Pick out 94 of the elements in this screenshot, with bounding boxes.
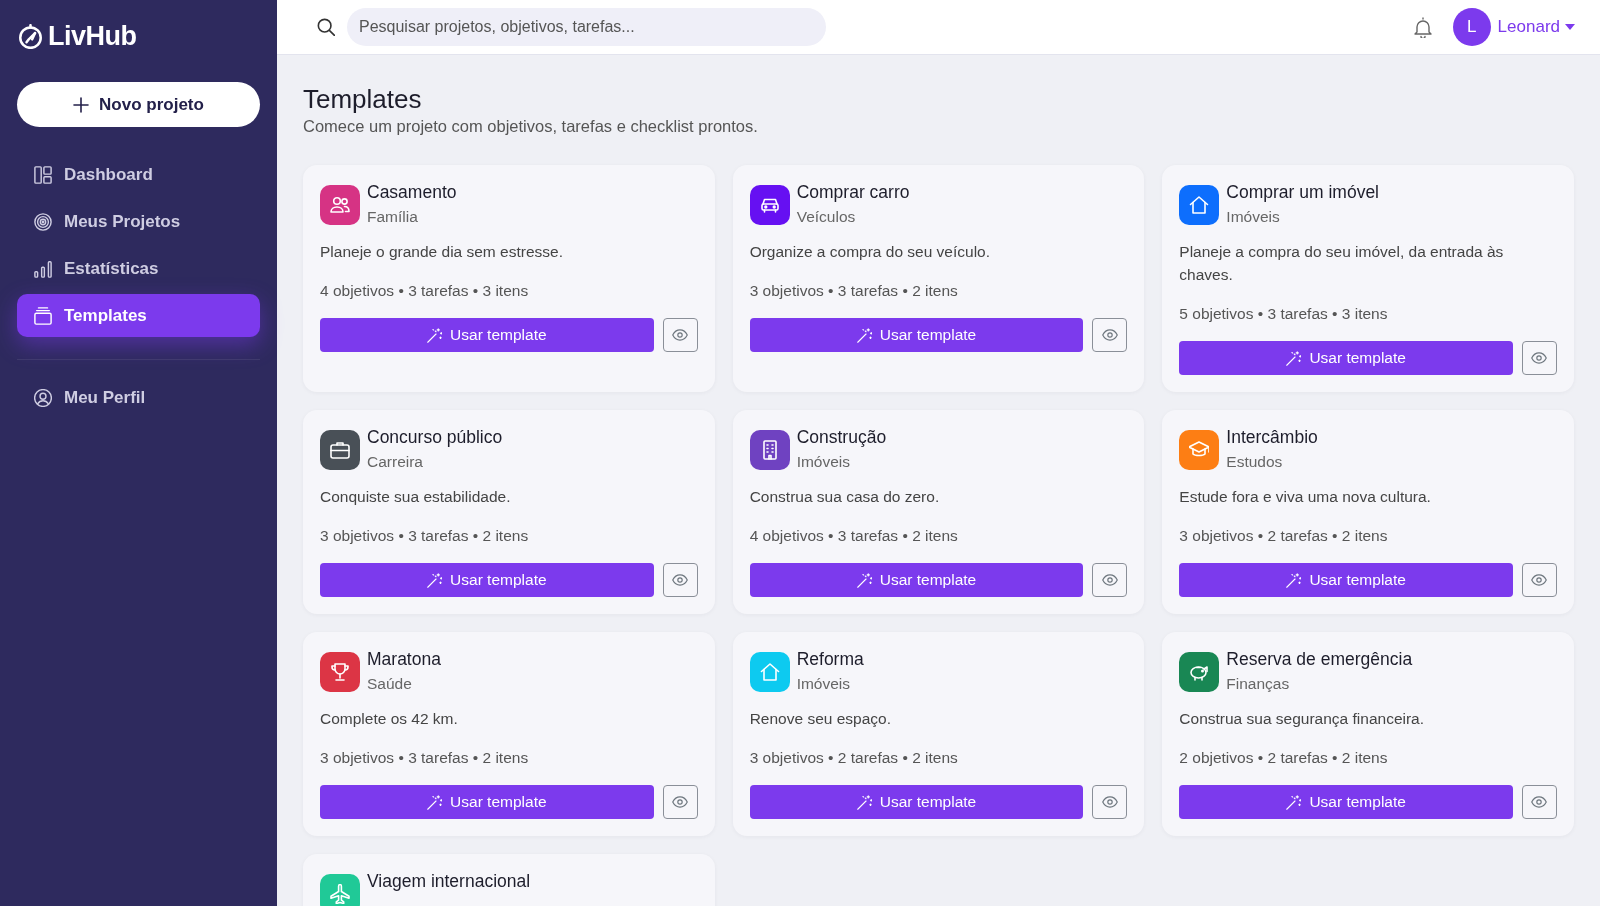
page-title: Templates xyxy=(303,83,423,115)
use-template-button[interactable]: Usar template xyxy=(320,785,654,819)
use-template-button[interactable]: Usar template xyxy=(1179,341,1513,375)
user-menu-button[interactable]: Leonard xyxy=(1497,14,1575,40)
preview-button[interactable] xyxy=(1522,563,1557,597)
sidebar-link[interactable]: Meus Projetos xyxy=(17,200,260,243)
preview-button[interactable] xyxy=(1092,563,1128,597)
use-template-button[interactable]: Usar template xyxy=(749,563,1084,597)
page-subtitle: Comece um projeto com objetivos, tarefas e checklist prontos. xyxy=(303,116,759,137)
card-description: Construa sua segurança financeira. xyxy=(1179,709,1426,729)
card-stats: 3 objetivos • 2 tarefas • 2 itens xyxy=(1179,526,1389,546)
magic-wand-icon xyxy=(856,572,872,588)
card-description: Construa sua casa do zero. xyxy=(749,487,941,507)
card-title: Viagem internacional xyxy=(367,871,531,891)
magic-wand-icon xyxy=(427,572,443,588)
sidebar-link[interactable]: Meu Perfil xyxy=(17,376,260,419)
use-template-button[interactable]: Usar template xyxy=(1179,563,1513,597)
preview-button[interactable] xyxy=(1522,341,1557,375)
card-stats: 3 objetivos • 3 tarefas • 2 itens xyxy=(320,748,530,768)
eye-icon xyxy=(672,796,689,808)
category-label: Veículos xyxy=(796,207,857,227)
card-title: Concurso público xyxy=(367,427,503,447)
use-template-button[interactable]: Usar template xyxy=(1179,785,1513,819)
card-title: Comprar um imóvel xyxy=(1226,182,1379,202)
search-icon xyxy=(317,18,335,36)
card-title: Casamento xyxy=(367,182,457,202)
category-label: Imóveis xyxy=(1226,207,1281,227)
category-label: Estudos xyxy=(1226,452,1284,472)
category-label: Finanças xyxy=(1226,674,1291,694)
category-label: Família xyxy=(367,207,419,227)
card-title: Reserva de emergência xyxy=(1226,649,1413,669)
category-label: Carreira xyxy=(367,452,424,472)
card-title: Maratona xyxy=(367,649,441,669)
card-stats: 5 objetivos • 3 tarefas • 3 itens xyxy=(1179,304,1389,324)
card-stats: 4 objetivos • 3 tarefas • 3 itens xyxy=(320,281,530,301)
eye-icon xyxy=(1101,329,1118,341)
eye-icon xyxy=(672,574,689,586)
card-stats: 2 objetivos • 2 tarefas • 2 itens xyxy=(1179,748,1389,768)
card-description: Conquiste sua estabilidade. xyxy=(320,487,512,507)
preview-button[interactable] xyxy=(1092,318,1128,352)
logo-text: LivHub xyxy=(48,20,137,52)
magic-wand-icon xyxy=(427,794,443,810)
plus-icon xyxy=(73,96,90,113)
stacked-cards-icon xyxy=(34,306,52,325)
caret-icon xyxy=(1565,24,1575,30)
magic-wand-icon xyxy=(1286,572,1302,588)
search-field[interactable]: Pesquisar projetos, objetivos, tarefas... xyxy=(347,8,826,46)
category-label: Saúde xyxy=(367,674,413,694)
card-description: Complete os 42 km. xyxy=(320,709,459,729)
magic-wand-icon xyxy=(856,327,872,343)
sidebar-link[interactable]: Dashboard xyxy=(17,153,260,196)
use-template-button[interactable]: Usar template xyxy=(749,785,1084,819)
card-title: Intercâmbio xyxy=(1226,427,1318,447)
new-project-button[interactable]: Novo projeto xyxy=(17,82,260,127)
eye-icon xyxy=(1101,796,1118,808)
card-stats: 4 objetivos • 3 tarefas • 2 itens xyxy=(749,526,959,546)
preview-button[interactable] xyxy=(662,785,698,819)
use-template-button[interactable]: Usar template xyxy=(320,318,654,352)
preview-button[interactable] xyxy=(662,563,698,597)
preview-button[interactable] xyxy=(1522,785,1557,819)
card-description: Planeje a compra do seu imóvel, da entrada às chaves. xyxy=(1179,242,1505,285)
card-stats: 3 objetivos • 3 tarefas • 2 itens xyxy=(749,281,959,301)
magic-wand-icon xyxy=(1286,794,1302,810)
sidebar-link[interactable]: Templates xyxy=(17,294,260,337)
magic-wand-icon xyxy=(427,327,443,343)
magic-wand-icon xyxy=(1286,350,1302,366)
bell-icon[interactable] xyxy=(1412,16,1433,38)
eye-icon xyxy=(1531,796,1548,808)
eye-icon xyxy=(1531,352,1548,364)
card-title: Reforma xyxy=(796,649,864,669)
sidebar-link[interactable]: Estatísticas xyxy=(17,247,260,290)
preview-button[interactable] xyxy=(662,318,698,352)
target-icon xyxy=(34,212,52,231)
eye-icon xyxy=(1101,574,1118,586)
card-title: Comprar carro xyxy=(796,182,910,202)
use-template-button[interactable]: Usar template xyxy=(320,563,654,597)
magic-wand-icon xyxy=(856,794,872,810)
use-template-button[interactable]: Usar template xyxy=(749,318,1084,352)
dashboard-icon xyxy=(34,165,52,184)
card-description: Estude fora e viva uma nova cultura. xyxy=(1179,487,1432,507)
card-description: Planeje o grande dia sem estresse. xyxy=(320,242,564,262)
eye-icon xyxy=(672,329,689,341)
avatar: L xyxy=(1452,8,1491,46)
category-label: Imóveis xyxy=(796,452,852,472)
card-stats: 3 objetivos • 3 tarefas • 2 itens xyxy=(320,526,530,546)
card-description: Organize a compra do seu veículo. xyxy=(749,242,992,262)
card-description: Renove seu espaço. xyxy=(749,709,892,729)
bar-chart-icon xyxy=(34,259,52,278)
preview-button[interactable] xyxy=(1092,785,1128,819)
compass-logo-icon xyxy=(18,23,43,49)
category-label: Imóveis xyxy=(796,674,852,694)
card-stats: 3 objetivos • 2 tarefas • 2 itens xyxy=(749,748,959,768)
eye-icon xyxy=(1531,574,1548,586)
card-title: Construção xyxy=(796,427,887,447)
